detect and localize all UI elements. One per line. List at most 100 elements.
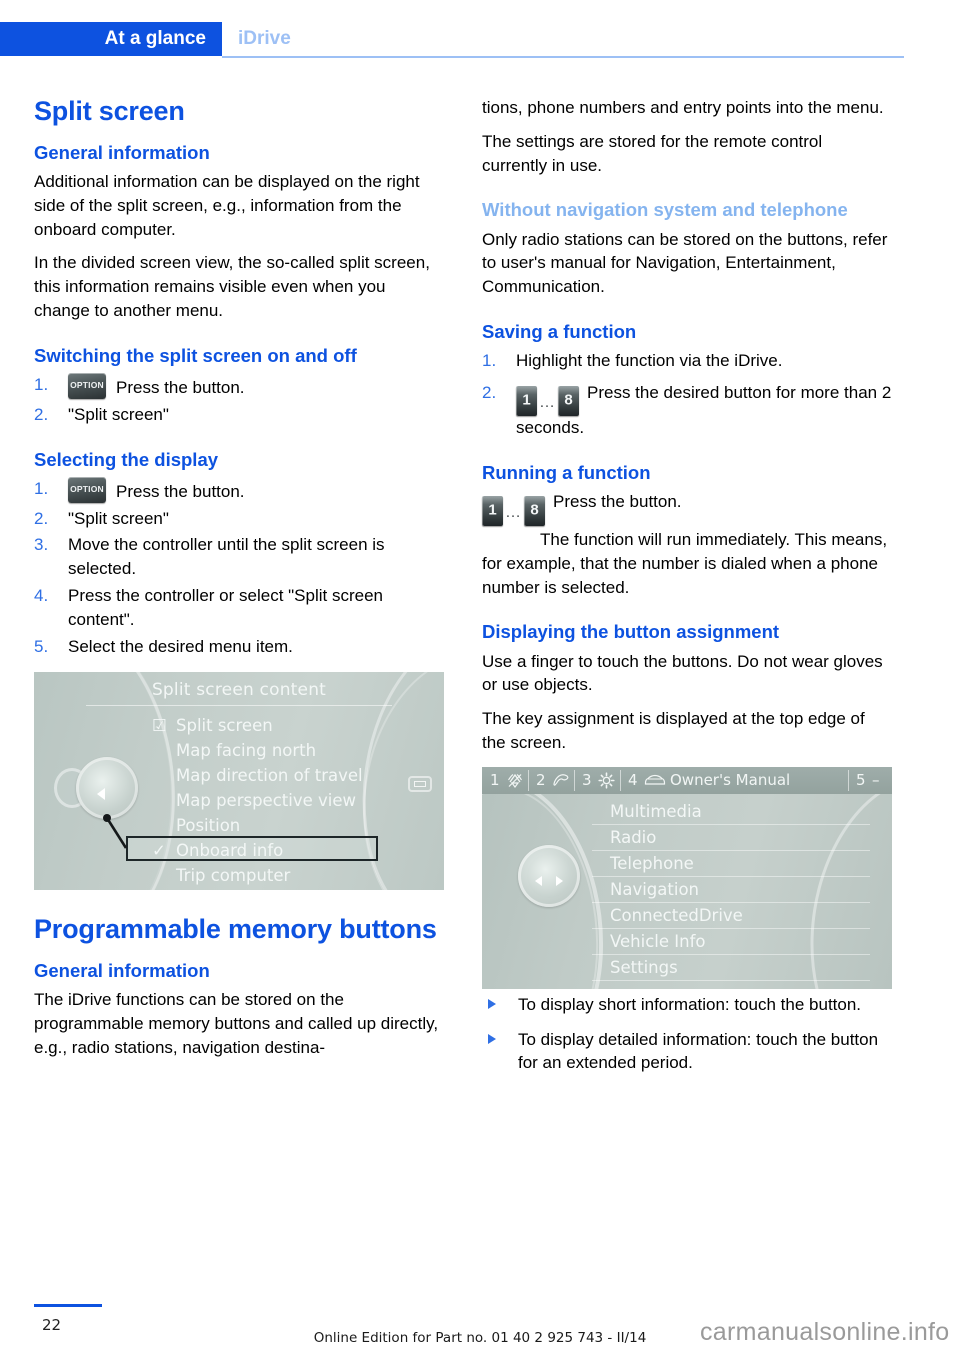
paragraph-displaying-1: Use a finger to touch the buttons. Do no… [482,651,883,695]
idrive-menu-item[interactable]: ConnectedDrive [592,903,870,929]
tab-at-a-glance-label: At a glance [104,28,206,49]
paragraph-general-2: In the divided screen view, the so-calle… [34,253,430,321]
list-item: 1. OPTION Press the button. [34,373,444,400]
bullet-text: To display detailed information: touch t… [518,1029,879,1073]
idrive-menu-item[interactable]: Navigation [592,877,870,903]
separator [848,769,849,791]
option-button-icon: OPTION [68,476,106,503]
step-number: 5. [34,636,49,656]
tab-idrive-label[interactable]: iDrive [238,28,291,50]
key-slot-4-label: Owner's Manual [670,770,791,789]
key-slot-1[interactable]: 1 [490,767,500,794]
idrive-key-assignment-bar: 1 2 3 4 Owner's Manual 5 – [482,766,892,794]
memory-button-1-icon: 1 [482,495,503,526]
step-text: Press the button. [116,481,245,501]
section-title-programmable-memory-buttons: Programmable memory buttons [34,914,437,945]
list-item: To display detailed information: touch t… [482,1028,892,1076]
memory-button-1-icon: 1 [516,386,537,417]
paragraph-general-1: Additional information can be displayed … [34,172,420,239]
bullet-text: To display short information: touch the … [518,994,862,1014]
right-column: tions, phone numbers and entry points in… [482,96,892,1086]
step-text: Select the desired menu item. [68,636,293,656]
phone-icon [553,773,569,786]
idrive-menu-item[interactable]: Settings [592,955,870,981]
arrow-left-icon [535,875,542,886]
paragraph-displaying-2: The key assignment is displayed at the t… [482,709,865,752]
key-slot-3-number: 3 [582,770,592,789]
key-slot-5[interactable]: 5 [856,767,866,794]
page-title: Split screen [34,96,185,126]
idrive-menu-item[interactable]: Radio [592,825,870,851]
list-item: 1. Highlight the function via the iDrive… [482,349,892,373]
separator [574,769,575,791]
key-slot-2[interactable]: 2 [536,767,546,794]
step-text: Move the controller until the split scre… [68,535,385,579]
key-slot-5-number: 5 [856,770,866,789]
ellipsis: … [539,394,556,412]
step-text: "Split screen" [68,404,169,424]
list-item: To display short information: touch the … [482,993,892,1017]
triangle-bullet-icon [488,1033,496,1044]
watermark: carmanualsonline.info [700,1318,950,1346]
list-touch-instructions: To display short information: touch the … [482,993,892,1075]
key-slot-2-number: 2 [536,770,546,789]
memory-button-8-icon: 8 [558,386,579,417]
antenna-icon [508,773,522,788]
key-slot-4-number: 4 [628,770,638,789]
paragraph-running-1: 1 … 8 Press the button. [482,490,892,526]
list-item: 2. "Split screen" [34,403,444,427]
heading-selecting-the-display: Selecting the display [34,448,219,470]
running-line-1: Press the button. [553,492,682,512]
step-number: 3. [34,535,49,555]
arrow-right-icon [556,875,563,886]
heading-without-navigation-system: Without navigation system and telephone [482,199,848,221]
list-item: 3. Move the controller until the split s… [34,533,444,581]
key-slot-1-number: 1 [490,770,500,789]
paragraph-memory-1: The iDrive functions can be stored on th… [34,990,439,1058]
option-button-icon-label: OPTION [70,380,104,391]
step-text: Press the button. [116,378,245,398]
step-number: 4. [34,585,49,605]
memory-button-8-label: 8 [564,391,573,409]
key-slot-4[interactable]: 4 [628,767,638,794]
ellipsis: … [505,503,522,521]
list-item: 2. "Split screen" [34,507,444,531]
step-number: 2. [34,404,49,424]
left-column: Split screen General information Additio… [34,96,444,1070]
header-divider [222,56,904,58]
step-text: Press the controller or select "Split sc… [68,585,383,629]
key-slot-3[interactable]: 3 [582,767,592,794]
heading-memory-general-information: General information [34,960,210,982]
callout-leader-line [103,814,128,850]
idrive-screenshot-main-menu: 1 2 3 4 Owner's Manual 5 – Multimedia Ra… [482,766,892,989]
step-number: 1. [34,478,49,498]
tab-at-a-glance[interactable]: At a glance [0,22,222,56]
key-slot-5-label: – [872,770,880,789]
step-number: 1. [482,351,497,371]
step-number: 1. [34,375,49,395]
idrive-menu-item[interactable]: Multimedia [592,799,870,825]
list-item: 2. 1… 8 Press the desired button for more … [482,381,892,440]
idrive-menu-item[interactable]: Vehicle Info [592,929,870,955]
list-item: 5. Select the desired menu item. [34,635,444,659]
separator [620,769,621,791]
memory-buttons-icon: 1 … 8 [482,495,545,526]
memory-button-8-label: 8 [530,501,539,519]
paragraph-without-nav: Only radio stations can be stored on the… [482,229,888,297]
memory-button-1-label: 1 [488,501,497,519]
idrive-menu-item[interactable]: Telephone [592,851,870,877]
step-text: Highlight the function via the iDrive. [516,351,783,371]
idrive-main-menu-list: Multimedia Radio Telephone Navigation Co… [592,799,870,981]
triangle-bullet-icon [488,998,496,1009]
idrive-controller-knob [518,844,580,907]
page-header: At a glance iDrive [0,0,960,60]
heading-saving-a-function: Saving a function [482,320,637,342]
idrive-controller-knob-inner [527,853,571,898]
idrive-screenshot-split-screen-content: Split screen content ☑ Split screen Map f… [34,672,444,891]
list-selecting-steps: 1. OPTION Press the button. 2. "Split scr… [34,476,444,659]
memory-buttons-icon: 1 … 8 [516,386,579,417]
heading-general-information: General information [34,141,210,163]
paragraph-continued-2: The settings are stored for the remote c… [482,131,823,175]
paragraph-running-2: The function will run immediately. This … [482,529,888,597]
list-switching-steps: 1. OPTION Press the button. 2. "Split scr… [34,373,444,427]
